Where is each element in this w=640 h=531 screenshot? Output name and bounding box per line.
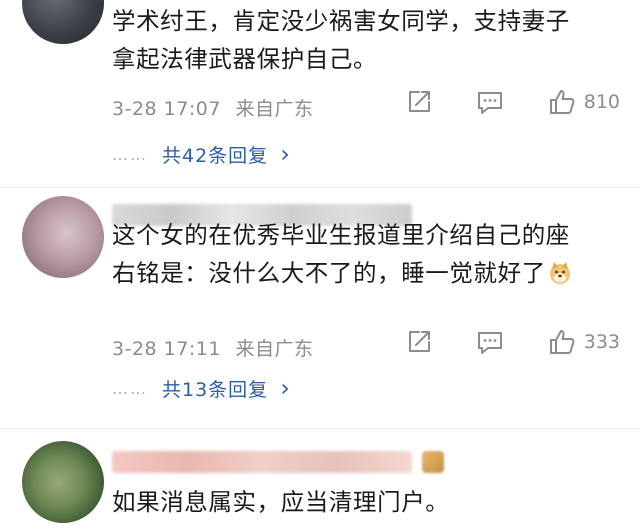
username[interactable] [112, 451, 412, 473]
comment-location: 来自广东 [235, 338, 314, 360]
chevron-right-icon: › [280, 374, 291, 402]
comment-timestamp: 3-28 17:07 [112, 98, 221, 120]
chevron-right-icon: › [280, 140, 291, 168]
comment-text: 这个女的在优秀毕业生报道里介绍自己的座 右铭是：没什么大不了的，睡一觉就好了 [112, 216, 632, 292]
avatar[interactable] [22, 196, 104, 278]
comment-button[interactable] [476, 329, 504, 355]
like-count: 810 [583, 91, 620, 113]
comment-text-line-with-emoji: 右铭是：没什么大不了的，睡一觉就好了 [112, 254, 632, 292]
doge-emoji-icon [548, 258, 572, 284]
comment-item: 这个女的在优秀毕业生报道里介绍自己的座 右铭是：没什么大不了的，睡一觉就好了 3… [0, 188, 640, 418]
comment-meta: 3-28 17:07 来自广东 [112, 94, 313, 121]
comment-text-line: 拿起法律武器保护自己。 [112, 45, 378, 73]
replies-label: 共13条回复 [162, 378, 269, 401]
replies-dots: …… [112, 378, 148, 398]
share-icon [408, 331, 430, 352]
share-button[interactable] [406, 329, 432, 355]
like-button[interactable]: 333 [548, 328, 620, 356]
comment-icon [477, 92, 502, 114]
comment-item: 学术纣王，肯定没少祸害女同学，支持妻子 拿起法律武器保护自己。 3-28 17:… [0, 0, 640, 186]
comment-timestamp: 3-28 17:11 [112, 338, 221, 360]
thumbs-up-icon [549, 90, 575, 114]
avatar[interactable] [22, 0, 104, 44]
view-replies-link[interactable]: …… 共13条回复 › [112, 374, 291, 402]
replies-dots: …… [112, 144, 148, 164]
comment-text-line: 学术纣王，肯定没少祸害女同学，支持妻子 [112, 7, 570, 35]
comment-text-line: 这个女的在优秀毕业生报道里介绍自己的座 [112, 221, 570, 249]
comment-location: 来自广东 [235, 98, 314, 120]
comment-icon [477, 332, 502, 354]
like-count: 333 [583, 331, 620, 353]
comment-text-line: 右铭是：没什么大不了的，睡一觉就好了 [112, 259, 546, 287]
comment-item: 如果消息属实，应当清理门户。 [0, 429, 640, 531]
like-button[interactable]: 810 [548, 88, 620, 116]
replies-label: 共42条回复 [162, 144, 269, 167]
comment-meta: 3-28 17:11 来自广东 [112, 334, 313, 361]
avatar[interactable] [22, 441, 104, 523]
comment-button[interactable] [476, 89, 504, 115]
comment-text: 学术纣王，肯定没少祸害女同学，支持妻子 拿起法律武器保护自己。 [112, 2, 632, 78]
comment-actions: 333 [406, 328, 620, 356]
comment-text: 如果消息属实，应当清理门户。 [112, 483, 632, 521]
share-icon [408, 91, 430, 112]
share-button[interactable] [406, 89, 432, 115]
badge-icon [422, 451, 444, 473]
comment-text-line: 如果消息属实，应当清理门户。 [112, 488, 450, 516]
view-replies-link[interactable]: …… 共42条回复 › [112, 140, 291, 168]
comment-actions: 810 [406, 88, 620, 116]
thumbs-up-icon [549, 330, 575, 354]
